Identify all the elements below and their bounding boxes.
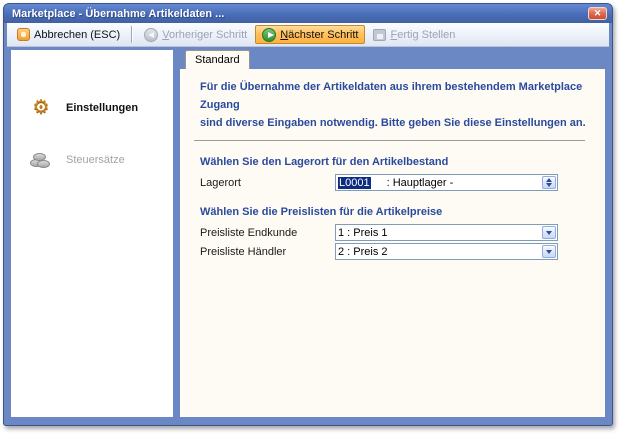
preisliste-endkunde-value: 1 : Preis 1 bbox=[338, 227, 388, 239]
sidebar-item-label: Steuersätze bbox=[66, 154, 125, 166]
chevron-down-icon bbox=[546, 231, 552, 235]
lagerort-spinner-button[interactable] bbox=[542, 176, 556, 189]
gear-icon: ⚙ bbox=[30, 98, 52, 118]
sidebar-item-label: Einstellungen bbox=[66, 102, 138, 114]
toolbar-separator bbox=[131, 26, 133, 43]
sidebar-item-einstellungen[interactable]: ⚙ Einstellungen bbox=[11, 94, 173, 122]
preisliste-haendler-dropdown[interactable]: 2 : Preis 2 bbox=[335, 243, 558, 260]
sidebar-item-steuersaetze[interactable]: Steuersätze bbox=[11, 146, 173, 174]
window-body: ⚙ Einstellungen Steuersätze Standard Für… bbox=[4, 47, 612, 425]
previous-step-button-label: Vorheriger Schritt bbox=[162, 29, 247, 41]
toolbar: Abbrechen (ESC) Vorheriger Schritt Nächs… bbox=[7, 23, 609, 47]
separator-line bbox=[194, 140, 585, 141]
lagerort-value-selected: L0001 bbox=[338, 177, 371, 189]
chevron-down-icon bbox=[546, 250, 552, 254]
lagerort-section-heading: Wählen Sie den Lagerort für den Artikelb… bbox=[200, 156, 593, 168]
intro-text-line2: sind diverse Eingaben notwendig. Bitte g… bbox=[200, 114, 593, 132]
preisliste-endkunde-label: Preisliste Endkunde bbox=[200, 227, 335, 239]
spinner-down-icon bbox=[546, 183, 552, 187]
tab-row: Standard bbox=[180, 50, 605, 69]
previous-step-button[interactable]: Vorheriger Schritt bbox=[137, 25, 254, 44]
wizard-sidebar: ⚙ Einstellungen Steuersätze bbox=[11, 50, 173, 417]
tab-label: Standard bbox=[195, 54, 240, 66]
preisliste-endkunde-dropdown[interactable]: 1 : Preis 1 bbox=[335, 224, 558, 241]
lagerort-label: Lagerort bbox=[200, 177, 335, 189]
save-icon bbox=[373, 29, 386, 41]
preisliste-haendler-label: Preisliste Händler bbox=[200, 246, 335, 258]
cancel-button[interactable]: Abbrechen (ESC) bbox=[10, 25, 127, 44]
preisliste-endkunde-dropdown-button[interactable] bbox=[542, 226, 556, 239]
preisliste-haendler-row: Preisliste Händler 2 : Preis 2 bbox=[200, 243, 593, 260]
lagerort-value-rest: : Hauptlager - bbox=[387, 177, 454, 189]
main-panel: Für die Übernahme der Artikeldaten aus i… bbox=[180, 69, 605, 417]
close-icon: ✕ bbox=[594, 9, 602, 18]
lagerort-row: Lagerort L0001 : Hauptlager - bbox=[200, 174, 593, 191]
next-step-button-label: Nächster Schritt bbox=[280, 29, 358, 41]
preislisten-section-heading: Wählen Sie die Preislisten für die Artik… bbox=[200, 206, 593, 218]
spinner-up-icon bbox=[546, 178, 552, 182]
preisliste-haendler-dropdown-button[interactable] bbox=[542, 245, 556, 258]
next-step-button[interactable]: Nächster Schritt bbox=[255, 25, 365, 44]
coins-icon bbox=[30, 151, 52, 169]
next-arrow-icon bbox=[262, 28, 276, 42]
tab-standard[interactable]: Standard bbox=[185, 50, 250, 69]
previous-arrow-icon bbox=[144, 28, 158, 42]
finish-button-label: Fertig Stellen bbox=[390, 29, 455, 41]
preisliste-haendler-value: 2 : Preis 2 bbox=[338, 246, 388, 258]
title-bar: Marketplace - Übernahme Artikeldaten ...… bbox=[4, 4, 612, 23]
window-title: Marketplace - Übernahme Artikeldaten ... bbox=[12, 8, 224, 20]
intro-text-line1: Für die Übernahme der Artikeldaten aus i… bbox=[200, 78, 593, 114]
cancel-button-label: Abbrechen (ESC) bbox=[34, 29, 120, 41]
main-column: Standard Für die Übernahme der Artikelda… bbox=[180, 50, 605, 417]
lagerort-combobox[interactable]: L0001 : Hauptlager - bbox=[335, 174, 558, 191]
finish-button[interactable]: Fertig Stellen bbox=[366, 25, 462, 44]
dialog-window: Marketplace - Übernahme Artikeldaten ...… bbox=[3, 3, 613, 426]
preisliste-endkunde-row: Preisliste Endkunde 1 : Preis 1 bbox=[200, 224, 593, 241]
close-button[interactable]: ✕ bbox=[588, 7, 607, 20]
cancel-icon bbox=[17, 28, 30, 41]
